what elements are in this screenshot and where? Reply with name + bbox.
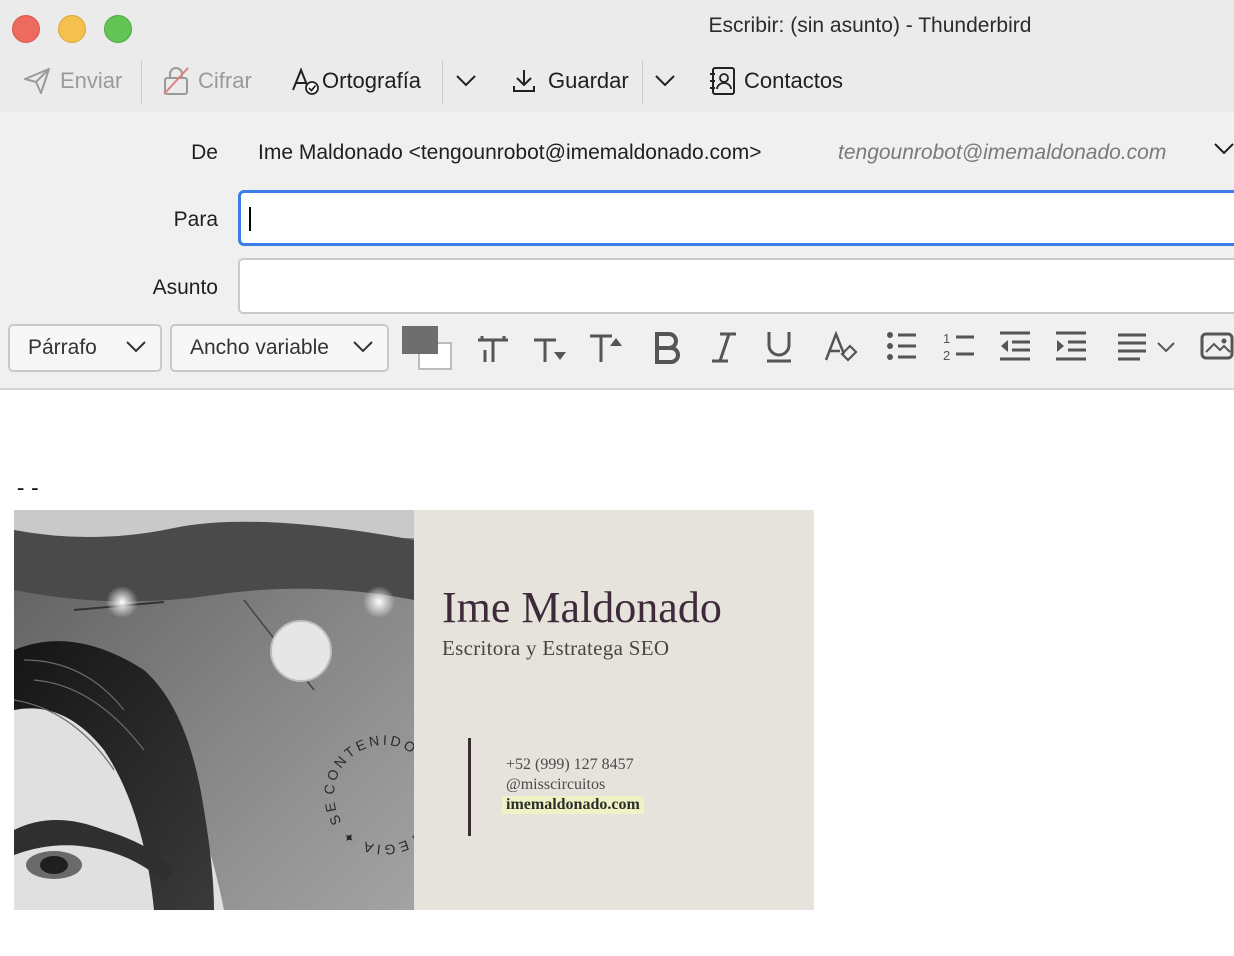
- text-color-swatch[interactable]: [402, 326, 438, 354]
- from-label: De: [191, 141, 218, 164]
- compose-toolbar: Enviar Cifrar Ortografía Guardar Contact…: [0, 56, 1234, 108]
- bulleted-list-icon[interactable]: [886, 330, 918, 362]
- signature-divider: [468, 738, 471, 836]
- from-identity: tengounrobot@imemaldonado.com: [838, 141, 1167, 164]
- align-menu-icon[interactable]: [1116, 330, 1180, 362]
- signature-role: Escritora y Estratega SEO: [442, 636, 670, 660]
- toolbar-divider: [642, 60, 643, 104]
- portrait-photo: CONTENIDO ✦ ESTRATEGIA ✦ SEO ✦: [14, 510, 414, 910]
- send-label: Enviar: [60, 68, 123, 93]
- bold-icon[interactable]: [652, 330, 682, 364]
- close-window-button[interactable]: [12, 15, 40, 43]
- contacts-button[interactable]: Contactos: [708, 56, 843, 106]
- signature-image: CONTENIDO ✦ ESTRATEGIA ✦ SEO ✦ Ime Maldo…: [14, 510, 814, 910]
- signature-website: imemaldonado.com: [502, 796, 644, 814]
- spelling-button[interactable]: Ortografía: [290, 56, 421, 106]
- outdent-icon[interactable]: [998, 330, 1032, 362]
- encrypt-label: Cifrar: [198, 68, 252, 93]
- font-size-larger-icon[interactable]: [588, 330, 624, 364]
- signature-separator: --: [14, 476, 43, 501]
- spelling-menu-button[interactable]: [456, 56, 484, 106]
- svg-text:1: 1: [943, 331, 950, 346]
- contacts-label: Contactos: [744, 68, 844, 93]
- chevron-down-icon: [655, 75, 675, 87]
- minimize-window-button[interactable]: [58, 15, 86, 43]
- save-label: Guardar: [548, 68, 629, 93]
- svg-text:2: 2: [943, 348, 950, 363]
- encrypt-button[interactable]: Cifrar: [162, 56, 252, 106]
- lock-off-icon: [163, 67, 189, 95]
- download-icon: [513, 70, 535, 92]
- to-input[interactable]: [238, 190, 1234, 246]
- signature-name: Ime Maldonado: [442, 583, 722, 632]
- maximize-window-button[interactable]: [104, 15, 132, 43]
- clear-formatting-icon[interactable]: [824, 330, 858, 364]
- subject-label: Asunto: [152, 276, 218, 299]
- to-label: Para: [173, 208, 218, 231]
- chevron-down-icon[interactable]: [1214, 142, 1234, 156]
- underline-icon[interactable]: [764, 330, 794, 364]
- signature-phone: +52 (999) 127 8457: [506, 756, 634, 773]
- send-icon: [24, 68, 50, 94]
- insert-image-icon[interactable]: [1200, 330, 1234, 362]
- indent-icon[interactable]: [1054, 330, 1088, 362]
- font-size-reset-icon[interactable]: [476, 330, 510, 364]
- save-menu-button[interactable]: [655, 56, 683, 106]
- format-toolbar: Párrafo Ancho variable 1 2: [0, 318, 1234, 390]
- spellcheck-icon: [292, 67, 319, 95]
- save-button[interactable]: Guardar: [512, 56, 629, 106]
- send-button[interactable]: Enviar: [22, 56, 122, 106]
- from-select[interactable]: Ime Maldonado <tengounrobot@imemaldonado…: [258, 141, 761, 165]
- paragraph-format-select[interactable]: Párrafo: [8, 324, 162, 372]
- font-value: Ancho variable: [190, 336, 329, 359]
- paragraph-format-value: Párrafo: [28, 336, 97, 359]
- toolbar-divider: [141, 60, 142, 104]
- text-cursor: [249, 207, 251, 231]
- window-title: Escribir: (sin asunto) - Thunderbird: [708, 14, 1032, 37]
- signature-card-info: Ime Maldonado Escritora y Estratega SEO …: [414, 510, 814, 910]
- color-picker[interactable]: [402, 326, 454, 372]
- font-size-smaller-icon[interactable]: [532, 330, 568, 364]
- numbered-list-icon[interactable]: 1 2: [942, 330, 976, 364]
- font-select[interactable]: Ancho variable: [170, 324, 389, 372]
- compose-window-chrome: Escribir: (sin asunto) - Thunderbird Env…: [0, 0, 1234, 112]
- message-body-editor[interactable]: -- CONTENID EGIA ✦ SE Ime Maldonado Escr…: [0, 390, 1234, 956]
- subject-input[interactable]: [238, 258, 1234, 314]
- title-bar: Escribir: (sin asunto) - Thunderbird: [0, 0, 1234, 52]
- address-book-icon: [710, 67, 735, 95]
- chevron-down-icon: [126, 341, 146, 353]
- message-headers: De Ime Maldonado <tengounrobot@imemaldon…: [0, 112, 1234, 318]
- toolbar-divider: [442, 60, 443, 104]
- spelling-label: Ortografía: [322, 68, 422, 93]
- italic-icon[interactable]: [710, 330, 738, 364]
- chevron-down-icon: [456, 75, 476, 87]
- signature-handle: @misscircuitos: [506, 776, 606, 793]
- chevron-down-icon: [353, 341, 373, 353]
